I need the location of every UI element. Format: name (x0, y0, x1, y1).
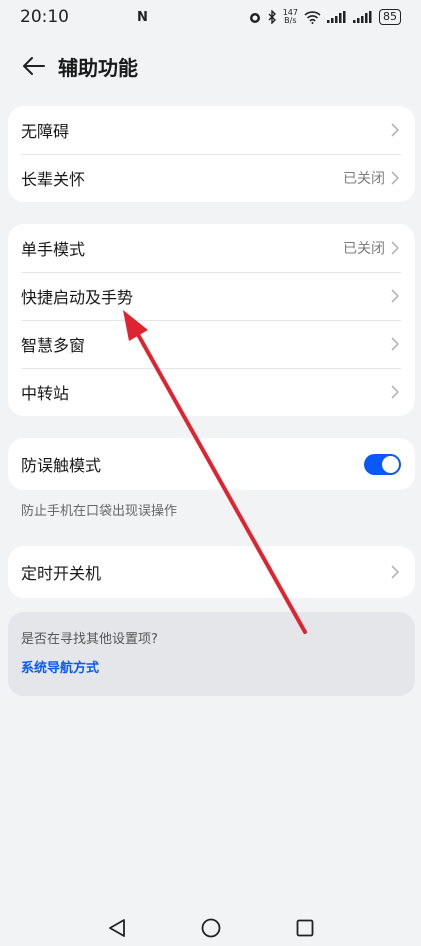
bluetooth-icon (268, 10, 276, 24)
list-item-label: 智慧多窗 (21, 336, 86, 355)
list-item-anti-mistouch[interactable]: 防误触模式 (8, 438, 415, 490)
chevron-right-icon (391, 336, 401, 352)
signal-icon-2 (353, 11, 372, 23)
list-item-label: 无障碍 (21, 122, 70, 141)
list-item-scheduled-power[interactable]: 定时开关机 (8, 546, 415, 598)
chevron-right-icon (391, 170, 401, 186)
list-item-value: 已关闭 (343, 241, 385, 257)
settings-group-1: 无障碍 长辈关怀 已关闭 (8, 106, 415, 202)
search-suggestion-card: 是否在寻找其他设置项? 系统导航方式 (8, 612, 415, 696)
list-item-elderly-care[interactable]: 长辈关怀 已关闭 (8, 154, 415, 202)
nav-home-button[interactable] (199, 916, 223, 940)
header: 辅助功能 (0, 44, 421, 88)
anti-mistouch-hint: 防止手机在口袋出现误操作 (21, 504, 178, 519)
list-item-smart-multiwindow[interactable]: 智慧多窗 (8, 320, 415, 368)
anti-mistouch-toggle[interactable] (364, 453, 401, 475)
search-suggestion-question: 是否在寻找其他设置项? (21, 632, 158, 647)
settings-group-2: 单手模式 已关闭 快捷启动及手势 智慧多窗 中转站 (8, 224, 415, 416)
battery-icon: 85 (379, 9, 401, 25)
net-speed-unit: B/s (284, 16, 297, 25)
square-recents-icon (296, 919, 313, 937)
back-button[interactable] (12, 44, 56, 88)
chevron-right-icon (391, 564, 401, 580)
list-item-label: 快捷启动及手势 (21, 288, 134, 307)
page-title: 辅助功能 (58, 55, 138, 80)
list-item-accessibility[interactable]: 无障碍 (8, 106, 415, 154)
list-item-shortcuts-gestures[interactable]: 快捷启动及手势 (8, 272, 415, 320)
back-arrow-icon (23, 57, 45, 75)
chevron-right-icon (391, 122, 401, 138)
list-item-value: 已关闭 (343, 171, 385, 187)
status-icons: 147 B/s 85 (248, 9, 401, 25)
list-item-label: 防误触模式 (21, 456, 102, 475)
list-item-one-hand-mode[interactable]: 单手模式 已关闭 (8, 224, 415, 272)
nfc-icon: N (137, 9, 148, 25)
toggle-knob (382, 455, 399, 473)
nav-recents-button[interactable] (293, 916, 317, 940)
chevron-right-icon (391, 240, 401, 256)
net-speed: 147 B/s (283, 9, 298, 25)
system-nav-bar (0, 910, 421, 946)
nav-back-button[interactable] (105, 916, 129, 940)
settings-group-4: 定时开关机 (8, 546, 415, 598)
list-item-label: 单手模式 (21, 240, 86, 259)
search-suggestion-link[interactable]: 系统导航方式 (21, 657, 402, 676)
signal-icon (327, 11, 346, 23)
status-bar: 20:10 N 147 B/s 85 (0, 0, 421, 34)
circle-home-icon (201, 918, 220, 938)
list-item-label: 定时开关机 (21, 564, 102, 583)
wifi-icon (304, 10, 321, 24)
list-item-transfer-station[interactable]: 中转站 (8, 368, 415, 416)
chevron-right-icon (391, 288, 401, 304)
chevron-right-icon (391, 384, 401, 400)
alarm-icon (249, 13, 260, 23)
triangle-back-icon (108, 919, 125, 937)
list-item-label: 长辈关怀 (21, 170, 86, 189)
list-item-label: 中转站 (21, 384, 70, 403)
settings-group-3: 防误触模式 (8, 438, 415, 490)
status-time: 20:10 (20, 7, 69, 27)
